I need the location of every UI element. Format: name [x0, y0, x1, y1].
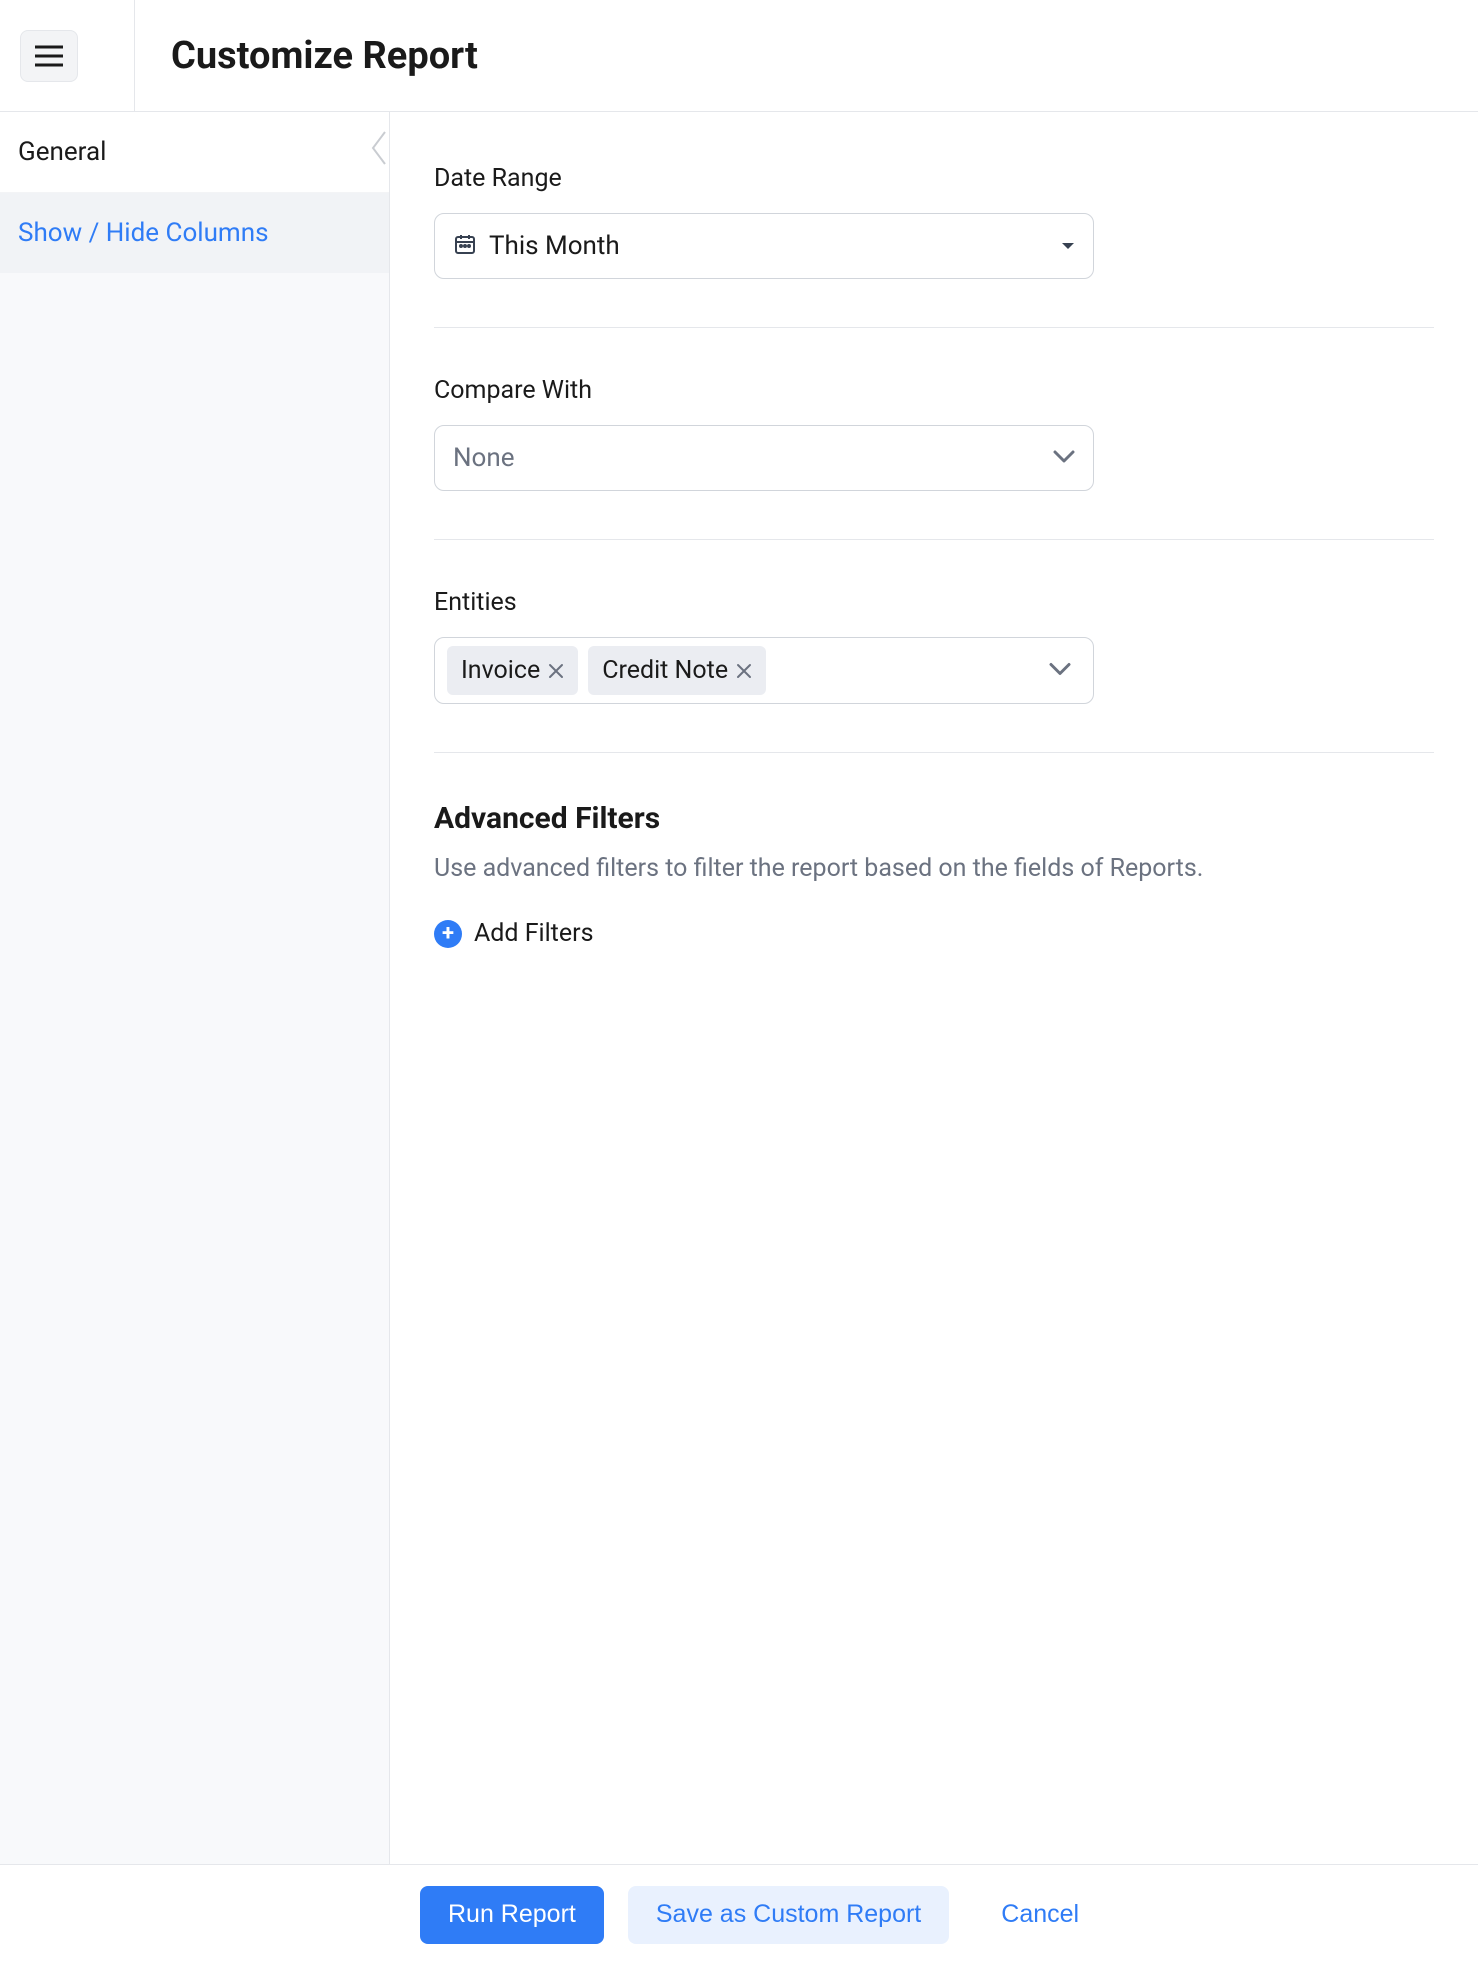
entity-tag-label: Invoice — [461, 656, 540, 685]
remove-tag-button[interactable] — [548, 663, 564, 679]
date-range-select[interactable]: This Month — [434, 213, 1094, 279]
main-content: Date Range This Month Compare With None — [390, 112, 1478, 1864]
menu-toggle-button[interactable] — [20, 30, 78, 82]
add-filters-label: Add Filters — [474, 919, 594, 948]
date-range-label: Date Range — [434, 164, 1434, 193]
entities-label: Entities — [434, 588, 1434, 617]
entity-tag-credit-note: Credit Note — [588, 646, 766, 695]
sidebar: General Show / Hide Columns — [0, 112, 390, 1864]
date-range-value: This Month — [489, 231, 1061, 261]
caret-down-icon — [1061, 237, 1075, 256]
chevron-left-icon — [369, 128, 391, 168]
compare-with-value: None — [453, 443, 1053, 473]
entity-tag-label: Credit Note — [602, 656, 728, 685]
advanced-filters-title: Advanced Filters — [434, 801, 1434, 836]
cancel-button[interactable]: Cancel — [973, 1886, 1107, 1944]
advanced-filters-section: Advanced Filters Use advanced filters to… — [434, 801, 1434, 948]
header-separator — [134, 0, 135, 112]
remove-tag-button[interactable] — [736, 663, 752, 679]
entities-multiselect[interactable]: Invoice Credit Note — [434, 637, 1094, 704]
footer: Run Report Save as Custom Report Cancel — [0, 1864, 1478, 1964]
hamburger-icon — [35, 45, 63, 67]
sidebar-item-label: General — [18, 137, 106, 167]
entities-section: Entities Invoice Credit Note — [434, 588, 1434, 753]
date-range-section: Date Range This Month — [434, 164, 1434, 328]
chevron-down-icon — [1049, 661, 1071, 680]
sidebar-item-label: Show / Hide Columns — [18, 218, 269, 248]
sidebar-item-general[interactable]: General — [0, 112, 389, 193]
close-icon — [548, 663, 564, 679]
plus-circle-icon: + — [434, 920, 462, 948]
compare-with-section: Compare With None — [434, 376, 1434, 540]
header: Customize Report — [0, 0, 1478, 112]
collapse-sidebar-button[interactable] — [369, 128, 391, 172]
chevron-down-icon — [1053, 449, 1075, 468]
advanced-filters-description: Use advanced filters to filter the repor… — [434, 854, 1434, 883]
calendar-icon — [453, 232, 477, 260]
entity-tag-invoice: Invoice — [447, 646, 578, 695]
save-custom-report-button[interactable]: Save as Custom Report — [628, 1886, 949, 1944]
compare-with-select[interactable]: None — [434, 425, 1094, 491]
run-report-button[interactable]: Run Report — [420, 1886, 604, 1944]
compare-with-label: Compare With — [434, 376, 1434, 405]
close-icon — [736, 663, 752, 679]
page-title: Customize Report — [171, 34, 478, 78]
sidebar-item-columns[interactable]: Show / Hide Columns — [0, 193, 389, 273]
add-filters-button[interactable]: + Add Filters — [434, 919, 1434, 948]
